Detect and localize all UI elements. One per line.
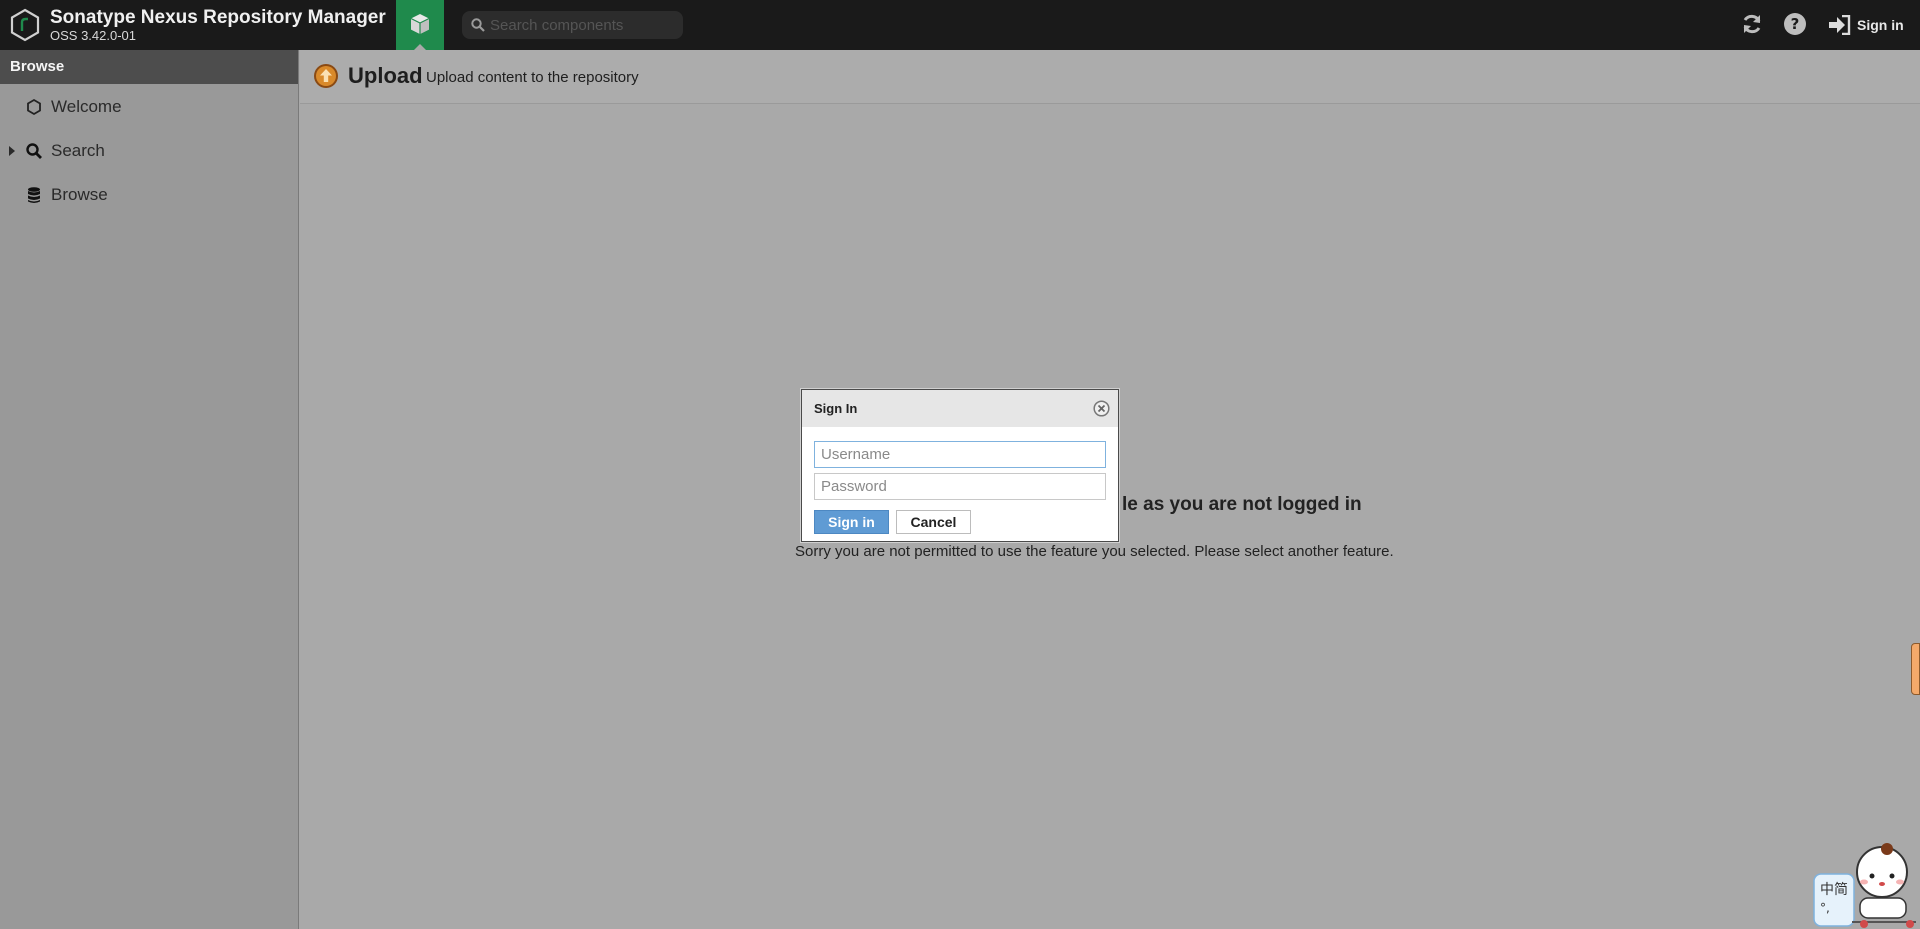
nexus-logo-icon[interactable] [9, 8, 41, 42]
sign-in-label: Sign in [1857, 17, 1904, 33]
sign-in-icon [1829, 15, 1851, 35]
sidebar-item-label: Browse [51, 185, 108, 204]
top-bar: Sonatype Nexus Repository Manager OSS 3.… [0, 0, 1920, 50]
refresh-icon[interactable] [1740, 12, 1764, 36]
dialog-title: Sign In [814, 401, 858, 416]
search-icon [26, 143, 42, 159]
permission-message-title: le as you are not logged in [1122, 494, 1362, 515]
permission-message-body: Sorry you are not permitted to use the f… [795, 543, 1394, 560]
page-subtitle: Upload content to the repository [426, 69, 639, 86]
hexagon-icon [27, 98, 41, 116]
sidebar-title: Browse [0, 50, 298, 84]
search-input[interactable] [490, 14, 675, 36]
sidebar-item-search[interactable]: Search [0, 131, 299, 171]
svg-text:°,: °, [1820, 901, 1830, 915]
close-icon[interactable] [1093, 400, 1110, 417]
cube-icon [410, 14, 430, 34]
side-panel-handle[interactable] [1911, 643, 1920, 695]
database-icon [28, 187, 40, 203]
svg-text:中简: 中简 [1820, 881, 1848, 898]
cancel-button[interactable]: Cancel [896, 510, 971, 534]
sidebar-item-label: Welcome [51, 97, 122, 116]
sign-in-button[interactable]: Sign in [814, 510, 889, 534]
svg-text:?: ? [1791, 15, 1800, 33]
sidebar-item-label: Search [51, 141, 105, 160]
content-header: Upload Upload content to the repository [300, 50, 1920, 104]
upload-icon [314, 64, 338, 88]
help-icon[interactable]: ? [1783, 12, 1807, 36]
app-title: Sonatype Nexus Repository Manager [50, 7, 386, 28]
sidebar: Browse Welcome Search Browse [0, 50, 299, 929]
mascot-widget[interactable]: 中简 °, [1812, 842, 1920, 929]
sidebar-item-welcome[interactable]: Welcome [0, 87, 299, 127]
page-title: Upload [348, 63, 423, 88]
app-version: OSS 3.42.0-01 [50, 28, 136, 43]
expand-arrow-icon[interactable] [9, 146, 15, 156]
sign-in-dialog: Sign In Sign in Cancel [801, 389, 1119, 542]
password-field[interactable] [814, 473, 1106, 500]
browse-mode-button[interactable] [396, 0, 444, 50]
search-icon [471, 18, 485, 32]
sidebar-item-browse[interactable]: Browse [0, 175, 299, 215]
username-field[interactable] [814, 441, 1106, 468]
search-box[interactable] [462, 11, 683, 39]
dialog-header: Sign In [802, 390, 1118, 427]
sign-in-link[interactable]: Sign in [1829, 12, 1904, 38]
